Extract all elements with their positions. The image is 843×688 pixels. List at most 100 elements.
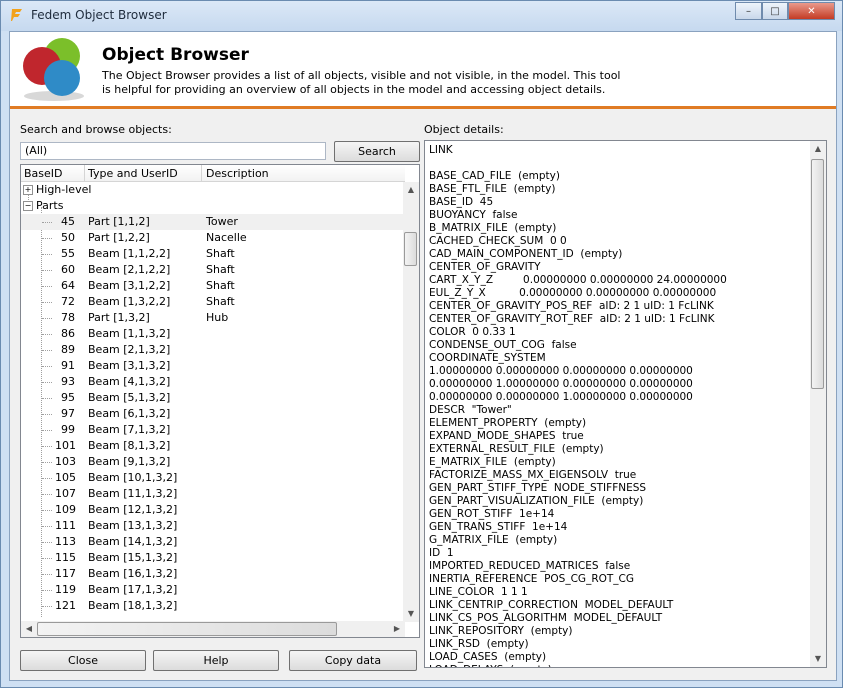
detail-line: BASE_CAD_FILE (empty)	[429, 170, 560, 182]
tree-connector	[42, 526, 52, 528]
column-divider[interactable]	[201, 165, 202, 181]
tree-connector	[42, 446, 52, 448]
tree-row[interactable]: 64 Beam [3,1,2,2] Shaft	[21, 278, 405, 294]
tree-row[interactable]: 99 Beam [7,1,3,2]	[21, 422, 405, 438]
tree-row[interactable]: 101 Beam [8,1,3,2]	[21, 438, 405, 454]
tree-row[interactable]: 103 Beam [9,1,3,2]	[21, 454, 405, 470]
column-description[interactable]: Description	[206, 167, 269, 180]
scroll-up-arrow-icon[interactable]: ▲	[810, 141, 826, 157]
detail-line: COLOR 0 0.33 1	[429, 326, 516, 338]
tree-row[interactable]: 78 Part [1,3,2] Hub	[21, 310, 405, 326]
tree-row[interactable]: 113 Beam [14,1,3,2]	[21, 534, 405, 550]
column-divider[interactable]	[84, 165, 85, 181]
tree-row[interactable]: 50 Part [1,2,2] Nacelle	[21, 230, 405, 246]
tree-row[interactable]: 117 Beam [16,1,3,2]	[21, 566, 405, 582]
row-baseid: 78	[61, 311, 75, 324]
expand-icon[interactable]: +	[23, 185, 33, 195]
scroll-up-arrow-icon[interactable]: ▲	[403, 182, 419, 198]
row-baseid: 93	[61, 375, 75, 388]
row-baseid: 119	[55, 583, 76, 596]
detail-line: DESCR "Tower"	[429, 404, 512, 416]
tree-row[interactable]: 115 Beam [15,1,3,2]	[21, 550, 405, 566]
object-tree[interactable]: BaseID Type and UserID Description + Hig…	[20, 164, 420, 638]
tree-row[interactable]: 45 Part [1,1,2] Tower	[21, 214, 405, 230]
detail-line: LINK_CENTRIP_CORRECTION MODEL_DEFAULT	[429, 599, 674, 611]
tree-connector	[42, 462, 52, 464]
search-input[interactable]: (All)	[20, 142, 326, 160]
tree-connector	[42, 590, 52, 592]
close-window-button[interactable]: ✕	[788, 2, 835, 20]
row-type: Beam [1,1,2,2]	[88, 247, 171, 260]
row-baseid: 72	[61, 295, 75, 308]
minimize-button[interactable]: –	[735, 2, 762, 20]
tree-row[interactable]: 55 Beam [1,1,2,2] Shaft	[21, 246, 405, 262]
scroll-thumb[interactable]	[37, 622, 337, 636]
tree-row[interactable]: 111 Beam [13,1,3,2]	[21, 518, 405, 534]
tree-connector	[42, 558, 52, 560]
details-vertical-scrollbar[interactable]: ▲ ▼	[810, 141, 826, 667]
row-baseid: 86	[61, 327, 75, 340]
row-type: Beam [3,1,3,2]	[88, 359, 171, 372]
scroll-down-arrow-icon[interactable]: ▼	[403, 606, 419, 622]
detail-line: CONDENSE_OUT_COG false	[429, 339, 577, 351]
tree-group-label: High-level	[36, 183, 92, 196]
detail-line: LOAD_CASES (empty)	[429, 651, 547, 663]
row-baseid: 91	[61, 359, 75, 372]
tree-row[interactable]: 97 Beam [6,1,3,2]	[21, 406, 405, 422]
row-type: Beam [10,1,3,2]	[88, 471, 178, 484]
row-type: Beam [8,1,3,2]	[88, 439, 171, 452]
tree-row[interactable]: 119 Beam [17,1,3,2]	[21, 582, 405, 598]
row-type: Beam [2,1,2,2]	[88, 263, 171, 276]
tree-connector	[42, 334, 52, 336]
tree-row[interactable]: 60 Beam [2,1,2,2] Shaft	[21, 262, 405, 278]
tree-connector	[42, 542, 52, 544]
tree-rows: + High-level − Parts 45 Part [1,1,2] Tower…	[21, 182, 405, 622]
scroll-thumb[interactable]	[811, 159, 824, 389]
tree-row[interactable]: 72 Beam [1,3,2,2] Shaft	[21, 294, 405, 310]
scroll-left-arrow-icon[interactable]: ◀	[21, 621, 37, 637]
tree-row[interactable]: 107 Beam [11,1,3,2]	[21, 486, 405, 502]
row-baseid: 121	[55, 599, 76, 612]
tree-group-high-level[interactable]: + High-level	[21, 182, 405, 198]
detail-line: GEN_PART_VISUALIZATION_FILE (empty)	[429, 495, 644, 507]
column-type[interactable]: Type and UserID	[88, 167, 178, 180]
row-type: Beam [18,1,3,2]	[88, 599, 178, 612]
collapse-icon[interactable]: −	[23, 201, 33, 211]
tree-vertical-scrollbar[interactable]: ▲ ▼	[403, 182, 419, 622]
maximize-button[interactable]: □	[762, 2, 788, 20]
search-label: Search and browse objects:	[20, 123, 172, 136]
row-description: Shaft	[206, 279, 235, 292]
row-baseid: 103	[55, 455, 76, 468]
scroll-thumb[interactable]	[404, 232, 417, 266]
tree-connector	[42, 430, 52, 432]
object-details-panel[interactable]: LINK BASE_CAD_FILE (empty) BASE_FTL_FILE (…	[424, 140, 827, 668]
tree-row[interactable]: 91 Beam [3,1,3,2]	[21, 358, 405, 374]
tree-row[interactable]: 109 Beam [12,1,3,2]	[21, 502, 405, 518]
row-baseid: 50	[61, 231, 75, 244]
tree-row[interactable]: 95 Beam [5,1,3,2]	[21, 390, 405, 406]
detail-line: 1.00000000 0.00000000 0.00000000 0.00000…	[429, 365, 693, 377]
tree-group-parts[interactable]: − Parts	[21, 198, 405, 214]
row-type: Part [1,1,2]	[88, 215, 150, 228]
tree-row[interactable]: 86 Beam [1,1,3,2]	[21, 326, 405, 342]
copy-data-button[interactable]: Copy data	[289, 650, 417, 671]
scroll-right-arrow-icon[interactable]: ▶	[389, 621, 405, 637]
title-bar: Fedem Object Browser – □ ✕	[1, 1, 842, 31]
tree-horizontal-scrollbar[interactable]: ◀ ▶	[21, 621, 405, 637]
tree-row[interactable]: 93 Beam [4,1,3,2]	[21, 374, 405, 390]
tree-connector	[42, 350, 52, 352]
tree-row[interactable]: 89 Beam [2,1,3,2]	[21, 342, 405, 358]
tree-row[interactable]: 121 Beam [18,1,3,2]	[21, 598, 405, 614]
help-button[interactable]: Help	[153, 650, 279, 671]
scroll-down-arrow-icon[interactable]: ▼	[810, 651, 826, 667]
column-baseid[interactable]: BaseID	[24, 167, 63, 180]
row-baseid: 97	[61, 407, 75, 420]
detail-line: LINK_RSD (empty)	[429, 638, 529, 650]
tree-row[interactable]: 105 Beam [10,1,3,2]	[21, 470, 405, 486]
close-button[interactable]: Close	[20, 650, 146, 671]
detail-line: LINE_COLOR 1 1 1	[429, 586, 528, 598]
search-button[interactable]: Search	[334, 141, 420, 162]
detail-line: CACHED_CHECK_SUM 0 0	[429, 235, 567, 247]
row-baseid: 101	[55, 439, 76, 452]
row-baseid: 117	[55, 567, 76, 580]
